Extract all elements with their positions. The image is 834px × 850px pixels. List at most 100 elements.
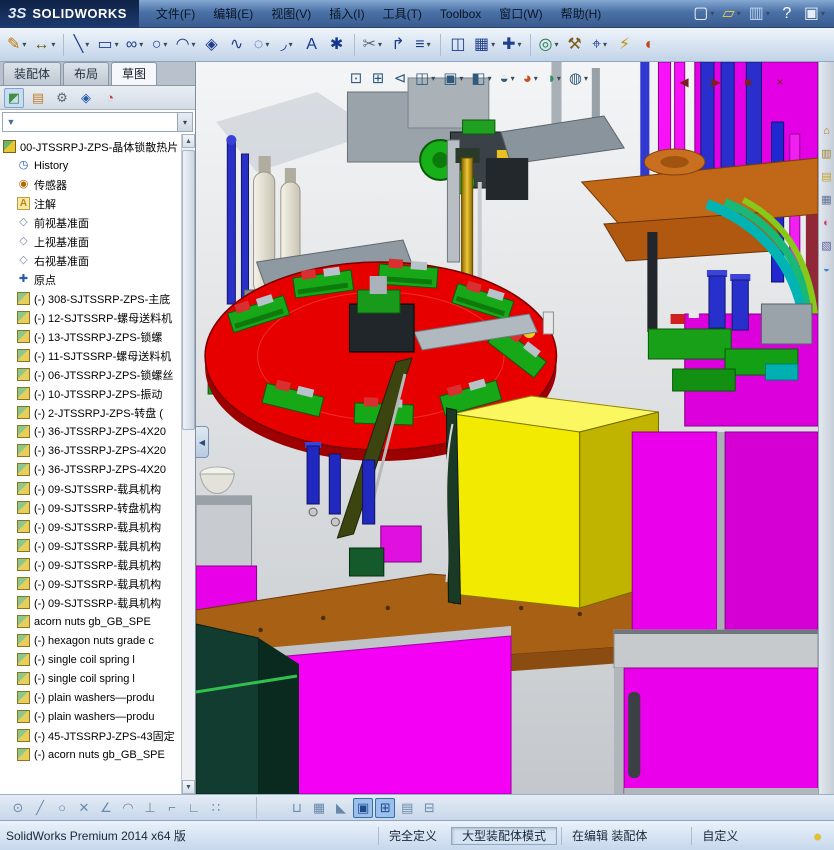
straight-slot-button[interactable]: ∞▾: [123, 31, 147, 59]
move-entities-button[interactable]: ✚▾: [499, 31, 524, 59]
menu-insert[interactable]: 插入(I): [320, 0, 373, 27]
offset-entities-button[interactable]: ≡▾: [411, 31, 435, 59]
polygon-button[interactable]: ◈: [200, 31, 224, 59]
tree-item-sensors[interactable]: ◉传感器: [3, 175, 181, 194]
menu-window[interactable]: 窗口(W): [490, 0, 551, 27]
design-library-icon[interactable]: ▥: [821, 149, 831, 160]
section-view-button-dropdown[interactable]: ▾: [431, 74, 435, 83]
previous-view-button[interactable]: ⊲: [390, 67, 410, 89]
hide-show-items-button[interactable]: ◒▾: [497, 67, 518, 89]
display-relations-button[interactable]: ◎▾: [536, 31, 562, 59]
tab-sketch[interactable]: 草图: [111, 62, 157, 85]
trim-entities-button[interactable]: ✂▾: [360, 31, 385, 59]
view-orientation-button[interactable]: ▣▾: [440, 67, 466, 89]
status-large-assembly-mode[interactable]: 大型装配体模式: [451, 827, 557, 845]
shaded-with-edges-toggle[interactable]: ▣: [353, 798, 373, 818]
tree-item-component[interactable]: (-) 10-JTSSRPJ-ZPS-振动: [3, 384, 181, 403]
rapid-sketch-button[interactable]: ⚡: [613, 31, 637, 59]
tree-item-component[interactable]: (-) 09-SJTSSRP-载具机构: [3, 555, 181, 574]
circle-button-dropdown[interactable]: ▾: [163, 40, 167, 49]
new-document-button-dropdown[interactable]: ▾: [710, 9, 714, 18]
propertymanager-tab[interactable]: ▤: [28, 88, 48, 108]
tree-item-component[interactable]: (-) plain washers—produ: [3, 707, 181, 726]
display-style-button-dropdown[interactable]: ▾: [488, 74, 492, 83]
grid-button[interactable]: ▦: [309, 798, 329, 818]
tree-item-component[interactable]: (-) 13-JTSSRPJ-ZPS-锁螺: [3, 327, 181, 346]
trim-entities-button-dropdown[interactable]: ▾: [378, 40, 382, 49]
tree-item-history[interactable]: ◷History: [3, 156, 181, 175]
help-button[interactable]: ?: [775, 0, 799, 28]
tree-item-plane[interactable]: ◇右视基准面: [3, 251, 181, 270]
tree-item-plane[interactable]: ◇上视基准面: [3, 232, 181, 251]
file-explorer-icon[interactable]: ▤: [821, 172, 831, 183]
line-button[interactable]: ╲▾: [69, 31, 93, 59]
point-snap-button[interactable]: ⊙: [8, 798, 28, 818]
displaymanager-tab[interactable]: ◔: [100, 88, 120, 108]
tree-item-component[interactable]: (-) 36-JTSSRPJ-ZPS-4X20: [3, 460, 181, 479]
dimxpertmanager-tab[interactable]: ◈: [76, 88, 96, 108]
mirror-entities-button[interactable]: ◫: [446, 31, 470, 59]
tree-item-component[interactable]: (-) single coil spring l: [3, 650, 181, 669]
open-document-button[interactable]: ▱▾: [719, 0, 743, 28]
3d-assembly-scene[interactable]: [196, 62, 818, 794]
instant2d-button[interactable]: ◐: [638, 31, 662, 59]
tree-item-annotations[interactable]: A注解: [3, 194, 181, 213]
menu-view[interactable]: 视图(V): [262, 0, 320, 27]
tree-item-component[interactable]: (-) hexagon nuts grade c: [3, 631, 181, 650]
tree-item-origin[interactable]: ✚原点: [3, 270, 181, 289]
linear-sketch-pattern-button[interactable]: ▦▾: [471, 31, 498, 59]
centerpoint-arc-button-dropdown[interactable]: ▾: [192, 40, 196, 49]
scroll-down-button[interactable]: ▼: [182, 780, 195, 794]
tree-item-component[interactable]: (-) 06-JTSSRPJ-ZPS-锁螺丝: [3, 365, 181, 384]
display-relations-button-dropdown[interactable]: ▾: [555, 40, 559, 49]
perpendicular-snap-button[interactable]: ⊥: [140, 798, 160, 818]
viewport-layout-toggle[interactable]: ⊞: [375, 798, 395, 818]
viewport-close-button[interactable]: ×: [768, 68, 792, 96]
solidworks-resources-icon[interactable]: ⌂: [823, 126, 830, 137]
view-settings-button[interactable]: ◍▾: [566, 67, 591, 89]
window-button-dropdown[interactable]: ▾: [821, 9, 825, 18]
tree-item-component[interactable]: (-) 308-SJTSSRP-ZPS-主底: [3, 289, 181, 308]
sketch-fillet-button-dropdown[interactable]: ▾: [289, 40, 293, 49]
tree-item-component[interactable]: (-) single coil spring l: [3, 669, 181, 688]
edit-appearance-button-dropdown[interactable]: ▾: [534, 74, 538, 83]
convert-entities-button[interactable]: ↱: [386, 31, 410, 59]
new-document-button[interactable]: ▢▾: [690, 0, 717, 28]
move-entities-button-dropdown[interactable]: ▾: [518, 40, 522, 49]
grid-dots-snap-button[interactable]: ∷: [206, 798, 226, 818]
ellipse-button[interactable]: ◌▾: [250, 31, 274, 59]
tree-item-component[interactable]: (-) 09-SJTSSRP-载具机构: [3, 574, 181, 593]
tree-item-component[interactable]: (-) 09-SJTSSRP-转盘机构: [3, 498, 181, 517]
filter-input[interactable]: [19, 114, 177, 130]
triangle-snap-button[interactable]: ◣: [331, 798, 351, 818]
menu-file[interactable]: 文件(F): [147, 0, 204, 27]
section-view-button[interactable]: ◫▾: [412, 67, 438, 89]
custom-properties-icon[interactable]: ▧: [821, 241, 831, 252]
quick-snaps-button-dropdown[interactable]: ▾: [603, 40, 607, 49]
tab-assembly[interactable]: 装配体: [3, 62, 61, 85]
viewport-forward-button[interactable]: ▶: [704, 68, 728, 96]
line-snap-button[interactable]: ╱: [30, 798, 50, 818]
ellipse-button-dropdown[interactable]: ▾: [265, 40, 269, 49]
zoom-to-fit-button[interactable]: ⊡: [346, 67, 366, 89]
menu-help[interactable]: 帮助(H): [552, 0, 611, 27]
angle-snap-button[interactable]: ∠: [96, 798, 116, 818]
save-button[interactable]: ▥▾: [746, 0, 773, 28]
point-button[interactable]: ✱: [325, 31, 349, 59]
intersection-snap-button[interactable]: ✕: [74, 798, 94, 818]
menu-edit[interactable]: 编辑(E): [204, 0, 262, 27]
graphics-viewport[interactable]: ⊡⊞⊲◫▾▣▾◧▾◒▾◕▾◑▾◍▾ ◀▶■× ◀: [196, 62, 818, 794]
quick-tips-icon[interactable]: ●: [814, 828, 822, 844]
tree-item-component[interactable]: (-) 11-SJTSSRP-螺母送料机: [3, 346, 181, 365]
menu-toolbox[interactable]: Toolbox: [431, 0, 490, 27]
zoom-to-area-button[interactable]: ⊞: [368, 67, 388, 89]
sketch-fillet-button[interactable]: ◞▾: [275, 31, 299, 59]
status-custom-button[interactable]: 自定义: [691, 827, 748, 845]
tree-item-component[interactable]: (-) 09-SJTSSRP-载具机构: [3, 536, 181, 555]
linear-sketch-pattern-button-dropdown[interactable]: ▾: [491, 40, 495, 49]
apply-scene-button-dropdown[interactable]: ▾: [557, 74, 561, 83]
sketch-button-dropdown[interactable]: ▾: [22, 40, 26, 49]
quick-snaps-button[interactable]: ⌖▾: [588, 31, 612, 59]
slot-snap-button[interactable]: ⊔: [287, 798, 307, 818]
tree-item-component[interactable]: (-) 12-SJTSSRP-螺母送料机: [3, 308, 181, 327]
